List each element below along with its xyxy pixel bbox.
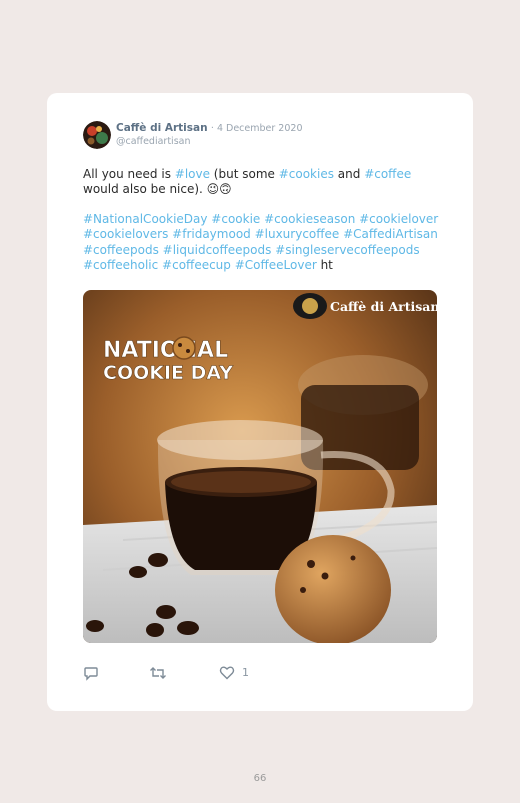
retweet-icon — [150, 667, 166, 679]
hashtag-list[interactable]: #NationalCookieDay #cookie #cookieseason… — [83, 212, 443, 273]
reply-button[interactable] — [83, 665, 99, 681]
headline-line1: NATIONAL — [103, 338, 228, 363]
post-card: Caffè di Artisan · 4 December 2020 @caff… — [47, 93, 473, 711]
like-button[interactable]: 1 — [219, 665, 249, 680]
headline-line2: COOKIE DAY — [103, 362, 233, 384]
hashtag-love[interactable]: #love — [175, 167, 210, 181]
hashtag-cookies[interactable]: #cookies — [279, 167, 334, 181]
author-handle[interactable]: @caffediartisan — [116, 136, 191, 147]
like-count: 1 — [242, 666, 249, 679]
avatar[interactable] — [83, 121, 111, 149]
hashtags[interactable]: #NationalCookieDay #cookie #cookieseason… — [83, 212, 438, 272]
hashtag-coffee[interactable]: #coffee — [364, 167, 411, 181]
reply-icon — [84, 667, 98, 681]
heart-icon — [219, 666, 235, 680]
text-part: (but some — [209, 167, 279, 181]
cookie-icon — [172, 336, 196, 360]
post-actions: 1 — [83, 665, 443, 685]
text-part: and — [333, 167, 365, 181]
post-image[interactable]: Caffè di Artisan NATIONAL COOKIE DAY — [83, 290, 437, 643]
post-date[interactable]: · 4 December 2020 — [211, 123, 303, 134]
page-number: 66 — [253, 773, 267, 784]
text-part: would also be nice). 😉🙃 — [83, 182, 232, 197]
retweet-button[interactable] — [149, 665, 167, 681]
text-part: All you need is — [83, 167, 175, 181]
trailing-text: ht — [316, 257, 333, 272]
author-name[interactable]: Caffè di Artisan — [116, 122, 208, 134]
author-line: Caffè di Artisan · 4 December 2020 — [116, 122, 303, 134]
coffee-photo: Caffè di Artisan NATIONAL COOKIE DAY — [83, 290, 437, 643]
post-text: All you need is #love (but some #cookies… — [83, 167, 443, 198]
brand-watermark: Caffè di Artisan — [330, 299, 437, 314]
